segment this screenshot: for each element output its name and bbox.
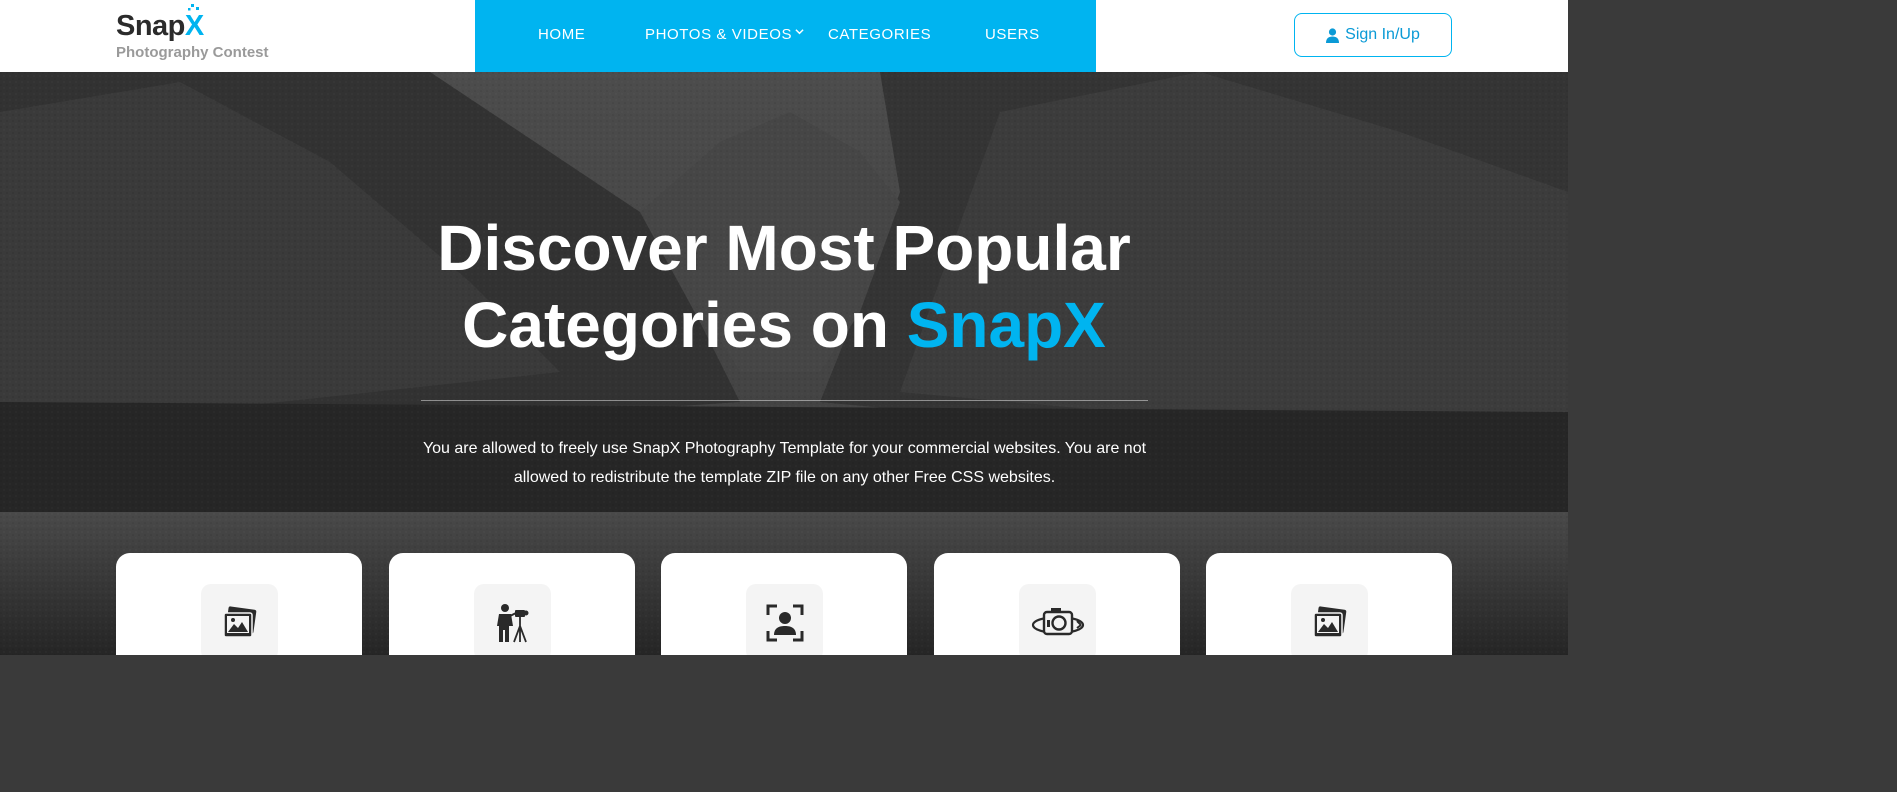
logo-sparkle-icon — [188, 4, 199, 11]
category-card[interactable] — [934, 553, 1180, 655]
category-icon-tile — [1291, 584, 1368, 655]
logo[interactable]: SnapX Photography Contest — [116, 4, 269, 61]
category-icon-tile — [1019, 584, 1096, 655]
photographer-tripod-icon — [496, 603, 528, 642]
nav-users[interactable]: USERS — [985, 26, 1040, 44]
chevron-down-icon — [795, 29, 804, 35]
logo-wordmark: SnapX — [116, 4, 269, 42]
category-icon-tile — [746, 584, 823, 655]
category-card[interactable] — [661, 553, 907, 655]
hero-section: Discover Most Popular Categories on Snap… — [0, 72, 1568, 655]
category-card[interactable] — [389, 553, 635, 655]
hero-description-line2: allowed to redistribute the template ZIP… — [513, 469, 1056, 486]
hero-title-line1: Discover Most Popular — [437, 212, 1131, 284]
photo-gallery-icon — [222, 605, 256, 638]
sign-in-label: Sign In/Up — [1345, 26, 1420, 43]
category-icon-tile — [474, 584, 551, 655]
nav-photos-videos-label: PHOTOS & VIDEOS — [645, 26, 793, 43]
category-card[interactable] — [116, 553, 362, 655]
user-icon — [1326, 27, 1340, 43]
hero-title: Discover Most Popular Categories on Snap… — [0, 210, 1568, 364]
hero-description: You are allowed to freely use SnapX Phot… — [420, 434, 1149, 492]
category-icon-tile — [201, 584, 278, 655]
logo-tagline: Photography Contest — [116, 44, 269, 61]
nav-categories[interactable]: CATEGORIES — [828, 26, 931, 44]
photo-gallery-icon — [1312, 605, 1346, 638]
logo-text-main: Snap — [116, 10, 185, 42]
hero-title-line2: Categories on — [462, 289, 907, 361]
hero-description-line1: You are allowed to freely use SnapX Phot… — [422, 440, 1147, 457]
nav-home[interactable]: HOME — [538, 26, 585, 44]
sign-in-button[interactable]: Sign In/Up — [1294, 13, 1452, 57]
nav-photos-videos[interactable]: PHOTOS & VIDEOS — [645, 26, 804, 44]
site-header: SnapX Photography Contest HOME PHOTOS & … — [0, 0, 1568, 72]
category-card[interactable] — [1206, 553, 1452, 655]
main-nav: HOME PHOTOS & VIDEOS CATEGORIES USERS — [475, 0, 1096, 72]
portrait-focus-icon — [766, 604, 803, 641]
hero-title-accent: SnapX — [906, 289, 1106, 361]
camera-360-icon — [1031, 607, 1084, 635]
hero-divider — [421, 400, 1148, 401]
